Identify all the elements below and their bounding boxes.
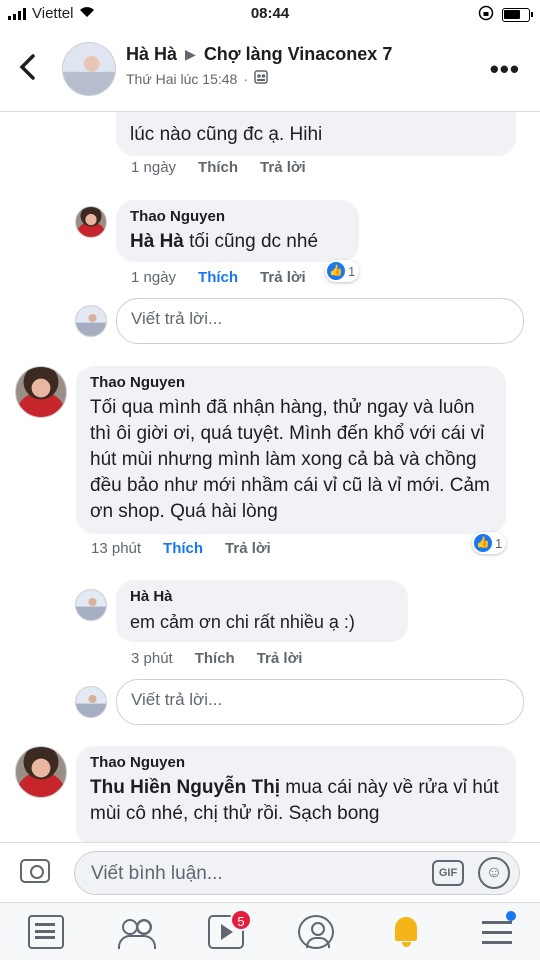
more-options-icon[interactable]: ••• [490,54,520,85]
like-button[interactable]: Thích [198,269,238,286]
post-subtitle: Thứ Hai lúc 15:48 · [126,70,268,87]
commenter-name[interactable]: Hà Hà [130,588,394,605]
groups-icon[interactable] [118,915,156,949]
triangle-right-icon: ▶ [185,46,196,62]
reply-button[interactable]: Trả lời [260,269,306,286]
comment-bubble: Thao Nguyen Thu Hiền Nguyễn Thị mua cái … [76,746,516,842]
comment-actions: 1 ngày Thích Trả lời [131,159,306,176]
group-name[interactable]: Chợ làng Vinaconex 7 [204,44,393,65]
post-timestamp[interactable]: Thứ Hai lúc 15:48 [126,71,237,87]
reaction-count[interactable]: 👍 1 [325,260,360,282]
news-feed-icon[interactable] [28,915,64,949]
comment-actions: 13 phút Thích Trả lời [91,540,271,557]
comment-text: Thu Hiền Nguyễn Thị mua cái này về rửa v… [90,777,499,824]
avatar[interactable] [15,366,67,418]
clock: 08:44 [250,5,290,22]
profile-icon[interactable] [298,915,334,949]
comment-actions: 1 ngày Thích Trả lời [131,269,306,286]
avatar[interactable] [75,206,107,238]
emoji-icon[interactable]: ☺ [478,857,510,889]
reply-input[interactable]: Viết trả lời... [116,679,524,725]
commenter-name[interactable]: Thao Nguyen [90,374,492,391]
comments-feed[interactable]: lúc nào cũng đc ạ. Hihi 1 ngày Thích Trả… [0,112,540,842]
comment-bubble: lúc nào cũng đc ạ. Hihi [116,112,516,156]
comment-text: Tối qua mình đã nhận hàng, thử ngay và l… [90,397,490,522]
mention[interactable]: Thu Hiền Nguyễn Thị [90,777,280,798]
post-header: Hà Hà ▶ Chợ làng Vinaconex 7 Thứ Hai lúc… [0,30,540,112]
camera-icon[interactable] [20,859,50,883]
reply-input[interactable]: Viết trả lời... [116,298,524,344]
thumbs-up-icon: 👍 [474,534,492,552]
separator-dot: · [243,70,248,87]
like-button[interactable]: Thích [195,650,235,667]
notifications-bell-icon[interactable] [390,915,426,949]
comment-actions: 3 phút Thích Trả lời [131,650,302,667]
tab-bar: 5 [0,902,540,960]
reply-button[interactable]: Trả lời [225,540,271,557]
reply-button[interactable]: Trả lời [257,650,303,667]
like-button[interactable]: Thích [163,540,203,557]
comment-text: Hà Hà tối cũng dc nhé [130,231,319,252]
commenter-name[interactable]: Thao Nguyen [130,208,345,225]
menu-alert-dot [506,911,516,921]
comment-time: 13 phút [91,540,142,557]
status-bar: Viettel 08:44 [0,0,540,30]
notification-badge: 5 [230,909,252,931]
comment-composer: Viết bình luận... GIF ☺ [0,842,540,902]
mention[interactable]: Hà Hà [130,231,184,252]
reaction-count[interactable]: 👍 1 [472,532,507,554]
comment-time: 3 phút [131,650,173,667]
avatar[interactable] [75,589,107,621]
my-avatar [75,686,107,718]
orientation-lock-icon [478,5,494,25]
commenter-name[interactable]: Thao Nguyen [90,754,502,771]
post-title: Hà Hà ▶ Chợ làng Vinaconex 7 [126,44,392,65]
battery-icon [502,8,533,22]
comment-bubble: Thao Nguyen Hà Hà tối cũng dc nhé [116,200,359,262]
comment-bubble: Thao Nguyen Tối qua mình đã nhận hàng, t… [76,366,506,534]
my-avatar [75,305,107,337]
comment-bubble: Hà Hà em cảm ơn chi rất nhiều ạ :) [116,580,408,642]
gif-button[interactable]: GIF [432,860,464,886]
members-icon [254,70,268,87]
avatar[interactable] [15,746,67,798]
author-name[interactable]: Hà Hà [126,44,177,65]
comment-text: em cảm ơn chi rất nhiều ạ :) [130,612,355,632]
comment-text: lúc nào cũng đc ạ. Hihi [130,124,323,145]
like-button[interactable]: Thích [198,159,238,176]
comment-time: 1 ngày [131,159,177,176]
reply-button[interactable]: Trả lời [260,159,306,176]
back-icon[interactable] [18,52,36,89]
author-avatar[interactable] [62,42,116,96]
thumbs-up-icon: 👍 [327,262,345,280]
comment-time: 1 ngày [131,269,177,286]
